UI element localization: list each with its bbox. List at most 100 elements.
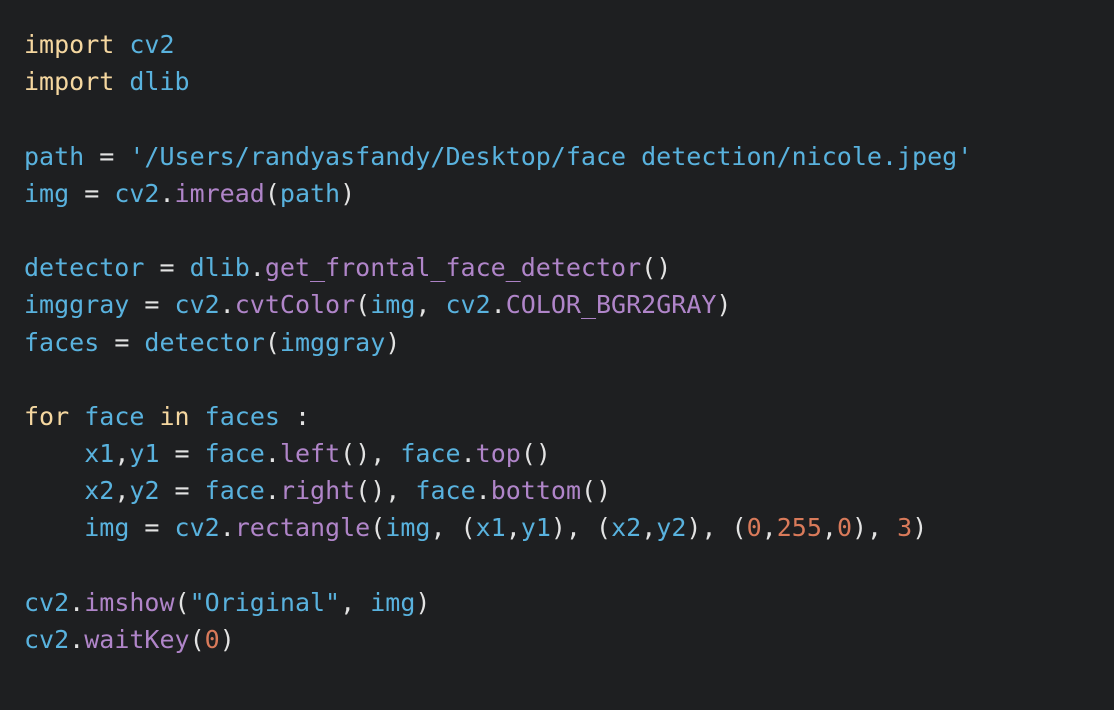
code-token: "Original" [189, 587, 341, 617]
code-token: top [475, 439, 521, 469]
code-token: detector [144, 327, 265, 357]
code-token: (), [340, 439, 401, 469]
code-token: . [264, 439, 280, 469]
code-token: . [219, 513, 235, 543]
code-token: () [520, 439, 551, 469]
code-line[interactable]: imggray = cv2.cvtColor(img, cv2.COLOR_BG… [24, 286, 1114, 323]
code-token: . [490, 290, 506, 320]
code-token: , [415, 290, 446, 320]
code-token: imshow [84, 587, 175, 617]
code-line[interactable]: img = cv2.rectangle(img, (x1,y1), (x2,y2… [24, 509, 1114, 546]
code-token: . [460, 439, 476, 469]
code-token: 0 [836, 513, 852, 543]
code-token: cv2 [174, 290, 220, 320]
code-token: , [821, 513, 837, 543]
code-token: dlib [189, 253, 250, 283]
code-token: left [279, 439, 341, 469]
code-token: '/Users/randyasfandy/Desktop/face detect… [129, 141, 973, 171]
code-token: ) [219, 625, 235, 654]
code-token: dlib [129, 67, 190, 97]
code-token: x2 [611, 513, 642, 543]
code-token: COLOR_BGR2GRAY [505, 290, 717, 320]
code-token: ) [340, 178, 356, 208]
code-token: ), ( [686, 513, 747, 543]
code-token: . [69, 625, 85, 654]
code-token: () [581, 476, 612, 506]
code-token: cvtColor [234, 290, 356, 320]
code-token: , ( [430, 513, 476, 543]
code-token: import [24, 30, 115, 59]
code-token: imread [174, 178, 265, 208]
code-line[interactable] [24, 547, 1114, 584]
code-token: 0 [204, 625, 220, 654]
code-token: x1 [475, 513, 506, 543]
code-token: ( [264, 327, 280, 357]
code-token: = [129, 290, 175, 320]
code-line[interactable]: import cv2 [24, 26, 1114, 63]
code-line[interactable]: cv2.imshow("Original", img) [24, 584, 1114, 621]
code-token: img [370, 290, 416, 320]
code-token: . [264, 476, 280, 506]
code-token: . [69, 587, 85, 617]
code-token: rectangle [234, 513, 371, 543]
code-token: faces [204, 401, 280, 431]
code-line[interactable]: import dlib [24, 63, 1114, 100]
code-token: ) [385, 327, 401, 357]
code-token: , [641, 513, 657, 543]
code-line[interactable]: x1,y1 = face.left(), face.top() [24, 435, 1114, 472]
code-token: , [505, 513, 521, 543]
code-line[interactable]: detector = dlib.get_frontal_face_detecto… [24, 249, 1114, 286]
code-line[interactable] [24, 100, 1114, 137]
code-token: img [24, 178, 70, 208]
code-line[interactable]: faces = detector(imggray) [24, 324, 1114, 361]
code-line[interactable]: path = '/Users/randyasfandy/Desktop/face… [24, 138, 1114, 175]
code-line[interactable] [24, 361, 1114, 398]
code-token: , [761, 513, 777, 543]
code-token: x1 [84, 439, 115, 469]
code-token: , [114, 476, 130, 506]
code-token: face [84, 401, 145, 431]
code-token: 3 [897, 513, 913, 543]
code-token: right [279, 476, 356, 506]
code-token: ( [189, 625, 205, 654]
code-token: y2 [129, 476, 160, 506]
code-token: = [69, 178, 115, 208]
code-token: path [279, 178, 341, 208]
code-token: cv2 [445, 290, 491, 320]
code-token: = [144, 253, 190, 283]
code-token: cv2 [24, 625, 70, 654]
code-token: get_frontal_face_detector [264, 253, 642, 283]
code-token: y1 [129, 439, 160, 469]
code-token: cv2 [24, 587, 70, 617]
code-token: cv2 [129, 30, 175, 59]
code-token: ( [355, 290, 371, 320]
code-line[interactable]: x2,y2 = face.right(), face.bottom() [24, 472, 1114, 509]
code-token: for [24, 401, 70, 431]
code-token: ( [174, 587, 190, 617]
code-token: faces [24, 327, 100, 357]
code-token: face [204, 439, 265, 469]
code-token: ( [264, 178, 280, 208]
code-editor[interactable]: import cv2 import dlib path = '/Users/rand… [0, 0, 1114, 710]
code-token: face [400, 439, 461, 469]
code-token: imggray [24, 290, 130, 320]
code-token: bottom [490, 476, 582, 506]
code-line[interactable]: cv2.waitKey(0) [24, 621, 1114, 658]
code-token: ), [852, 513, 898, 543]
code-token: , [114, 439, 130, 469]
code-token: path [24, 141, 85, 171]
code-line[interactable]: img = cv2.imread(path) [24, 175, 1114, 212]
code-token: face [204, 476, 265, 506]
code-token: 0 [746, 513, 762, 543]
code-line[interactable] [24, 212, 1114, 249]
code-line[interactable]: for face in faces : [24, 398, 1114, 435]
code-token: ) [415, 587, 431, 617]
code-token: , [340, 587, 371, 617]
